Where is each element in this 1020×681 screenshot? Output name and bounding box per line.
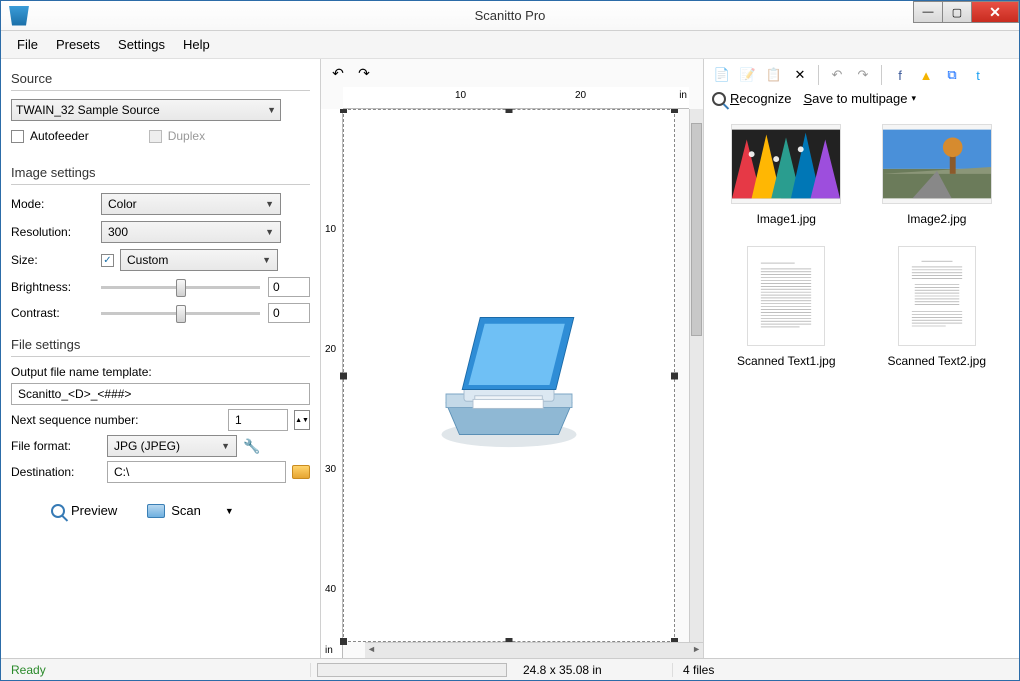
edit-page-button: 📝 <box>738 65 758 85</box>
add-page-button[interactable]: 📄 <box>712 65 732 85</box>
app-icon <box>9 6 29 26</box>
source-select[interactable]: TWAIN_32 Sample Source <box>11 99 281 121</box>
duplex-checkbox: Duplex <box>149 129 205 143</box>
app-window: Scanitto Pro — ▢ ✕ File Presets Settings… <box>0 0 1020 681</box>
twitter-icon[interactable]: t <box>968 65 988 85</box>
recognize-button[interactable]: Recognize <box>712 91 791 106</box>
undo-button: ↶ <box>827 65 847 85</box>
format-select[interactable]: JPG (JPEG) <box>107 435 237 457</box>
status-ready: Ready <box>1 663 311 677</box>
destination-input[interactable]: C:\ <box>107 461 286 483</box>
autofeeder-checkbox[interactable]: Autofeeder <box>11 129 89 143</box>
size-select[interactable]: Custom <box>120 249 278 271</box>
nextseq-stepper[interactable]: ▲▼ <box>294 410 310 430</box>
thumbnail-grid: Image1.jpg Image2.jpg <box>704 112 1019 658</box>
close-button[interactable]: ✕ <box>971 1 1019 23</box>
settings-panel: Source TWAIN_32 Sample Source Autofeeder… <box>1 59 321 658</box>
status-filecount: 4 files <box>673 663 724 677</box>
mode-label: Mode: <box>11 197 101 211</box>
size-enable-checkbox[interactable]: ✓ <box>101 254 114 267</box>
thumbnail-label: Image2.jpg <box>907 212 966 226</box>
redo-button: ↷ <box>853 65 873 85</box>
destination-label: Destination: <box>11 465 101 479</box>
scrollbar-horizontal[interactable] <box>365 642 703 658</box>
minimize-button[interactable]: — <box>913 1 943 23</box>
thumbnail-item[interactable]: Image1.jpg <box>716 124 857 226</box>
ruler-vertical: 10 20 30 40 in <box>321 109 343 658</box>
resolution-select[interactable]: 300 <box>101 221 281 243</box>
contrast-value[interactable]: 0 <box>268 303 310 323</box>
browse-folder-button[interactable] <box>292 465 310 479</box>
file-settings-heading: File settings <box>11 337 310 352</box>
preview-button[interactable]: Preview <box>51 503 117 518</box>
source-heading: Source <box>11 71 310 86</box>
contrast-label: Contrast: <box>11 306 101 320</box>
mode-select[interactable]: Color <box>101 193 281 215</box>
statusbar: Ready 24.8 x 35.08 in 4 files <box>1 658 1019 680</box>
nextseq-label: Next sequence number: <box>11 413 222 427</box>
nextseq-input[interactable]: 1 <box>228 409 288 431</box>
thumbnail-label: Scanned Text2.jpg <box>887 354 986 368</box>
status-dimensions: 24.8 x 35.08 in <box>513 663 673 677</box>
template-input[interactable]: Scanitto_<D>_<###> <box>11 383 310 405</box>
format-options-button[interactable]: 🔧 <box>243 438 260 455</box>
rotate-right-button[interactable]: ↷ <box>355 64 373 82</box>
preview-canvas[interactable] <box>343 109 675 642</box>
ruler-horizontal: 10 20 in <box>343 87 689 109</box>
google-drive-icon[interactable]: ▲ <box>916 65 936 85</box>
template-label: Output file name template: <box>11 365 310 379</box>
resolution-label: Resolution: <box>11 225 101 239</box>
thumbnail-label: Scanned Text1.jpg <box>737 354 836 368</box>
format-label: File format: <box>11 439 101 453</box>
dropbox-icon[interactable]: ⧉ <box>942 65 962 85</box>
gallery-panel: 📄 📝 📋 ✕ ↶ ↷ f ▲ ⧉ t Recognize Save <box>704 59 1019 658</box>
duplicate-button: 📋 <box>764 65 784 85</box>
menu-file[interactable]: File <box>9 34 46 55</box>
size-label: Size: <box>11 253 101 267</box>
save-multipage-button[interactable]: Save to multipage▾ <box>803 91 916 106</box>
thumbnail-label: Image1.jpg <box>757 212 816 226</box>
thumbnail-item[interactable]: Image2.jpg <box>867 124 1008 226</box>
menu-presets[interactable]: Presets <box>48 34 108 55</box>
maximize-button[interactable]: ▢ <box>942 1 972 23</box>
brightness-slider[interactable] <box>101 286 260 289</box>
thumbnail-item[interactable]: Scanned Text2.jpg <box>867 246 1008 368</box>
magnifier-icon <box>51 504 65 518</box>
facebook-icon[interactable]: f <box>890 65 910 85</box>
brightness-value[interactable]: 0 <box>268 277 310 297</box>
preview-panel: ↶ ↷ 10 20 in 10 20 30 40 in <box>321 59 704 658</box>
contrast-slider[interactable] <box>101 312 260 315</box>
scanner-icon <box>147 504 165 518</box>
scanner-placeholder-icon <box>419 286 599 466</box>
progress-bar <box>317 663 507 677</box>
scrollbar-vertical[interactable] <box>689 109 703 642</box>
thumbnail-item[interactable]: Scanned Text1.jpg <box>716 246 857 368</box>
window-title: Scanitto Pro <box>475 8 546 23</box>
delete-button[interactable]: ✕ <box>790 65 810 85</box>
menu-help[interactable]: Help <box>175 34 218 55</box>
scan-button[interactable]: Scan ▼ <box>147 503 234 518</box>
menu-settings[interactable]: Settings <box>110 34 173 55</box>
rotate-left-button[interactable]: ↶ <box>329 64 347 82</box>
titlebar: Scanitto Pro — ▢ ✕ <box>1 1 1019 31</box>
image-settings-heading: Image settings <box>11 165 310 180</box>
menubar: File Presets Settings Help <box>1 31 1019 59</box>
brightness-label: Brightness: <box>11 280 101 294</box>
